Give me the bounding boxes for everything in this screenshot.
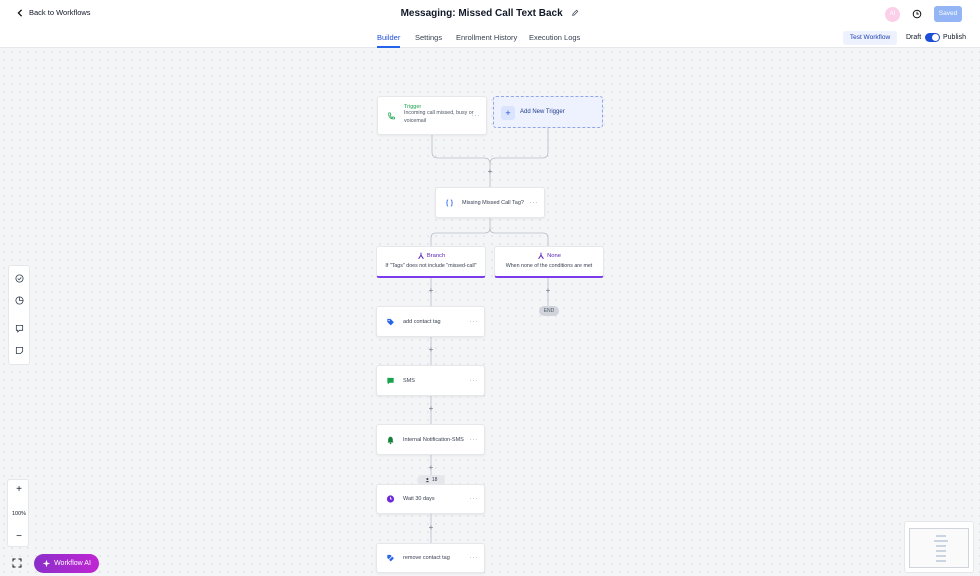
minimap[interactable] — [904, 521, 974, 573]
end-marker: END — [539, 306, 559, 316]
condition-node[interactable]: Missing Missed Call Tag? ··· — [435, 187, 545, 218]
workflow-ai-button[interactable]: Workflow AI — [34, 554, 99, 573]
zoom-level: 100% — [11, 511, 27, 517]
fit-to-screen-icon[interactable] — [12, 558, 22, 568]
clock-icon — [386, 495, 395, 503]
trigger-node[interactable]: Trigger Incoming call missed, busy or vo… — [377, 96, 487, 135]
more-options-icon[interactable]: ··· — [470, 377, 479, 384]
action-node-internal-notification[interactable]: Internal Notification-SMS ··· — [376, 424, 485, 455]
action-node-wait[interactable]: Wait 30 days ··· — [376, 484, 485, 514]
add-trigger-label: Add New Trigger — [520, 109, 565, 115]
tag-icon — [387, 318, 394, 325]
zoom-out-button[interactable]: − — [8, 532, 30, 542]
branch-icon — [538, 252, 544, 260]
plus-icon: + — [501, 106, 515, 120]
add-step-button[interactable]: + — [427, 524, 435, 532]
note-icon[interactable] — [15, 346, 24, 355]
more-options-icon[interactable]: ··· — [470, 555, 479, 562]
check-circle-icon[interactable] — [15, 274, 24, 283]
condition-label: Missing Missed Call Tag? — [462, 199, 524, 206]
action-label: remove contact tag — [403, 555, 450, 561]
zoom-in-button[interactable]: + — [8, 485, 30, 495]
add-step-button[interactable]: + — [486, 168, 494, 176]
connector-lines — [430, 128, 549, 543]
action-label: Wait 30 days — [403, 496, 435, 502]
pie-chart-icon[interactable] — [15, 296, 24, 305]
more-options-icon[interactable]: ··· — [472, 112, 481, 119]
action-label: add contact tag — [403, 318, 441, 325]
more-options-icon[interactable]: ··· — [530, 199, 539, 206]
none-branch-node[interactable]: None When none of the conditions are met — [494, 246, 604, 278]
add-step-button[interactable]: + — [427, 287, 435, 295]
more-options-icon[interactable]: ··· — [470, 436, 479, 443]
workflow-ai-label: Workflow AI — [54, 560, 91, 567]
add-step-button[interactable]: + — [427, 405, 435, 413]
add-step-button[interactable]: + — [544, 287, 552, 295]
action-label: SMS — [403, 377, 415, 384]
enrolled-count: 18 — [431, 477, 438, 483]
add-new-trigger-button[interactable]: + Add New Trigger — [493, 96, 603, 128]
sparkle-icon — [42, 559, 51, 568]
none-branch-title: None — [547, 253, 561, 259]
braces-icon — [446, 198, 453, 207]
branch-description: If "Tags" does not include "missed-call" — [385, 263, 477, 269]
branch-icon — [418, 252, 424, 260]
action-node-remove-contact-tag[interactable]: remove contact tag ··· — [376, 543, 485, 573]
chat-bubble-icon[interactable] — [15, 324, 24, 333]
none-branch-description: When none of the conditions are met — [505, 263, 593, 269]
more-options-icon[interactable]: ··· — [470, 496, 479, 503]
message-icon — [387, 377, 394, 384]
action-node-add-contact-tag[interactable]: add contact tag ··· — [376, 306, 485, 337]
branch-title: Branch — [426, 253, 446, 259]
users-icon — [425, 477, 429, 482]
zoom-controls: + 100% − — [7, 479, 29, 547]
action-node-sms[interactable]: SMS ··· — [376, 365, 485, 396]
minimap-viewport[interactable] — [909, 528, 969, 568]
more-options-icon[interactable]: ··· — [470, 318, 479, 325]
add-step-button[interactable]: + — [427, 346, 435, 354]
branch-node[interactable]: Branch If "Tags" does not include "misse… — [376, 246, 486, 278]
canvas-tools-panel — [8, 265, 30, 365]
phone-icon — [388, 111, 396, 119]
bell-icon — [387, 436, 394, 444]
add-step-button[interactable]: + — [427, 464, 435, 472]
action-label: Internal Notification-SMS — [403, 436, 464, 443]
tag-remove-icon — [387, 554, 394, 562]
trigger-description: Incoming call missed, busy or voicemail — [404, 110, 474, 124]
